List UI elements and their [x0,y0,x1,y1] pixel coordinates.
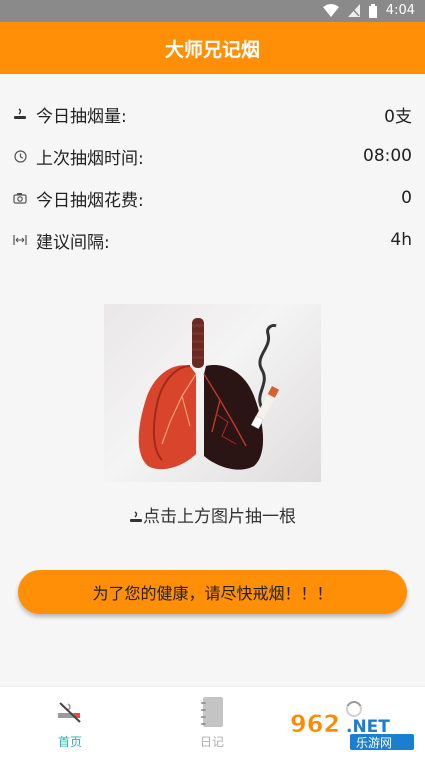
stat-value: 0 [401,188,412,208]
no-smoking-icon [56,697,84,727]
stat-label: 建议间隔: [36,232,110,253]
stat-value: 08:00 [363,146,412,166]
status-icons: 4:04 [322,3,415,18]
battery-icon [368,3,377,18]
tab-home[interactable]: 首页 [10,687,130,758]
tap-hint: 点击上方图片抽一根 [0,502,425,527]
smoke-lung-image-button[interactable] [104,304,321,482]
quit-smoking-button-label: 为了您的健康，请尽快戒烟！！！ [92,584,333,603]
stat-value: 4h [390,230,412,250]
interval-icon [12,232,28,248]
stat-row-interval: 建议间隔: 4h [12,226,412,254]
stat-label: 今日抽烟量: [36,106,127,127]
tab-diary[interactable]: 日记 [152,687,272,758]
tab-home-label: 首页 [57,735,82,749]
watermark-logo: 962 .NET 乐游网 [286,706,421,752]
cigarette-icon [12,106,28,122]
notebook-icon [199,697,225,727]
stat-row-last-time: 上次抽烟时间: 08:00 [12,142,412,170]
svg-text:乐游网: 乐游网 [356,736,392,750]
signal-icon [347,4,360,17]
stat-value: 0支 [384,106,412,127]
tab-diary-label: 日记 [199,735,224,749]
wifi-icon [322,4,339,17]
stat-row-today-cost: 今日抽烟花费: 0 [12,184,412,212]
stat-label: 上次抽烟时间: [36,148,144,169]
cigarette-icon [130,511,142,522]
svg-text:962: 962 [290,710,340,738]
clock-icon [12,148,28,164]
quit-smoking-button[interactable]: 为了您的健康，请尽快戒烟！！！ [18,570,407,614]
tap-hint-text: 点击上方图片抽一根 [143,507,296,527]
stat-row-today-count: 今日抽烟量: 0支 [12,100,412,128]
camera-icon [12,190,28,206]
status-time: 4:04 [385,3,415,18]
app-title: 大师兄记烟 [164,38,260,61]
lungs-illustration [138,318,280,470]
status-bar: 4:04 [0,0,425,22]
app-bar: 大师兄记烟 [0,22,425,74]
stat-label: 今日抽烟花费: [36,190,144,211]
